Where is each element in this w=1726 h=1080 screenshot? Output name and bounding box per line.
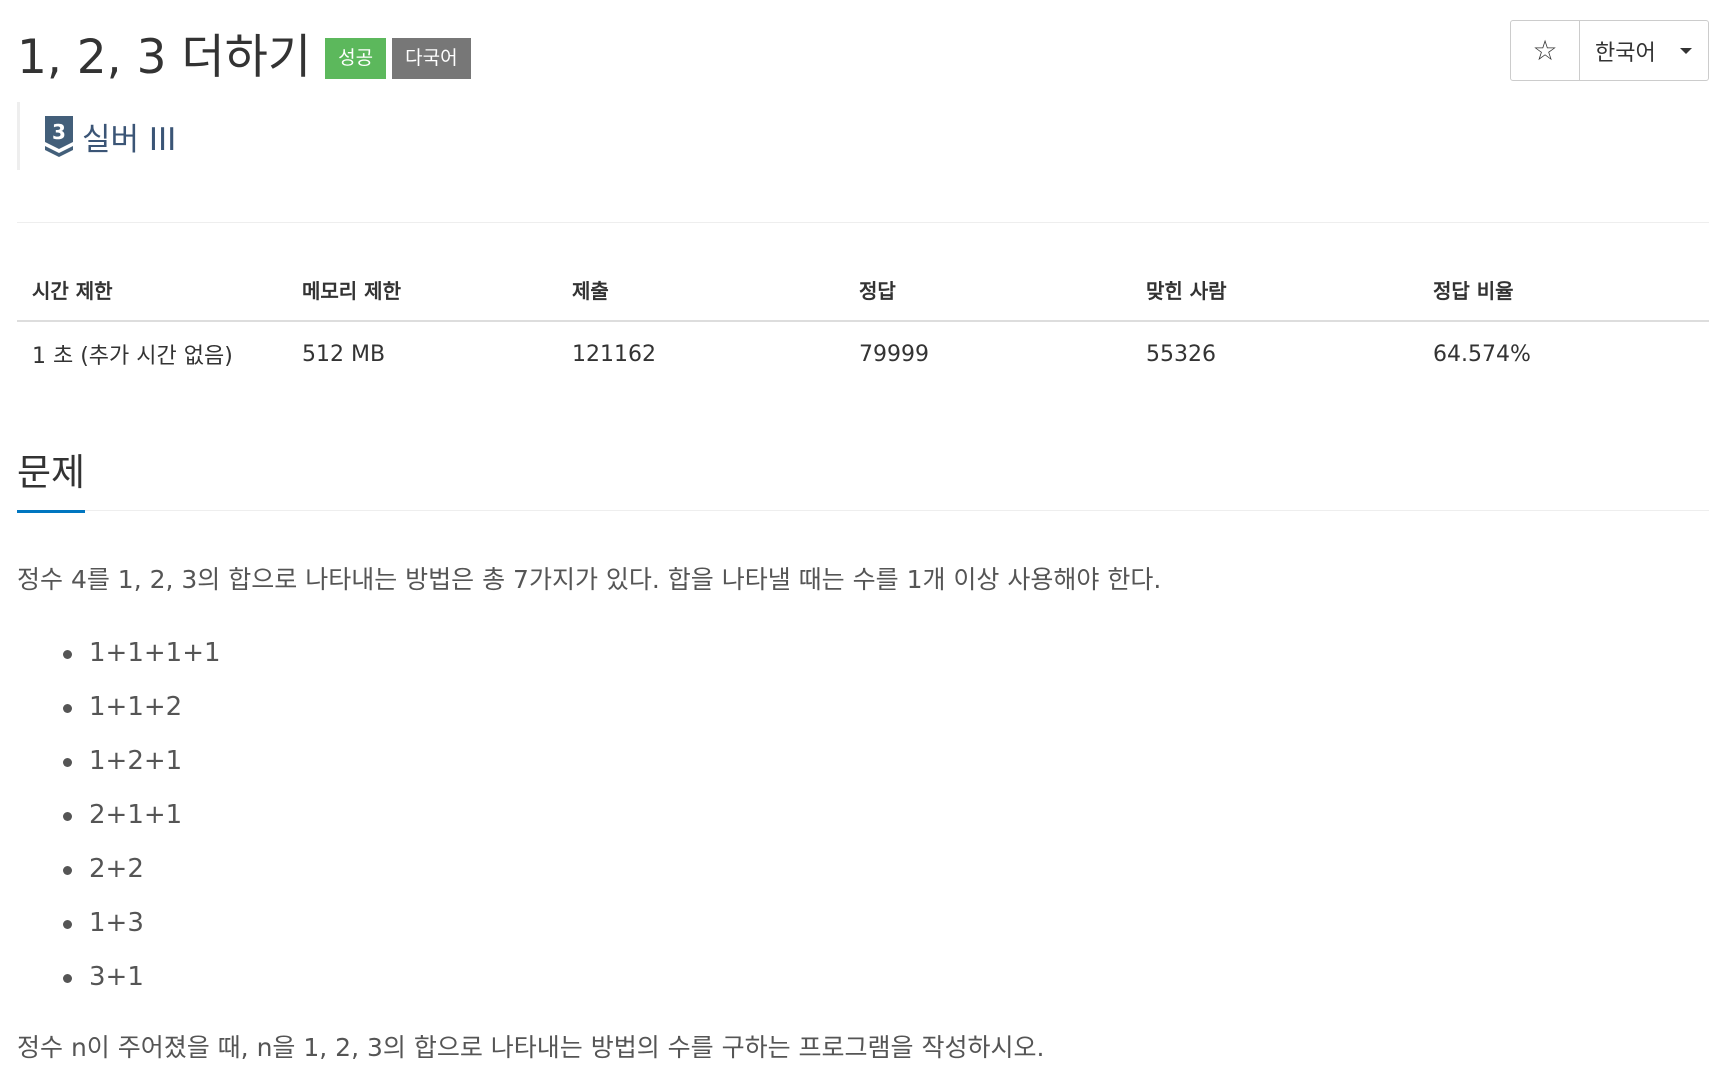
problem-info-table: 시간 제한 메모리 제한 제출 정답 맞힌 사람 정답 비율 1 초 (추가 시… <box>17 258 1709 386</box>
memory-limit-value: 512 MB <box>302 341 386 367</box>
result-badge: 성공 <box>325 37 387 79</box>
problem-description: 정수 4를 1, 2, 3의 합으로 나타내는 방법은 총 7가지가 있다. 합… <box>17 565 1162 594</box>
header-time-limit: 시간 제한 <box>17 258 287 322</box>
header-divider <box>17 222 1709 223</box>
list-item: 1+2+1 <box>63 734 221 788</box>
tier-info: 3 실버 III <box>17 102 176 170</box>
silver-tier-icon: 3 <box>45 116 73 157</box>
problem-title: 1, 2, 3 더하기 <box>17 29 312 85</box>
header-submissions: 제출 <box>557 258 844 322</box>
accepted-value: 79999 <box>859 341 929 367</box>
language-dropdown-label: 한국어 <box>1595 40 1656 66</box>
list-item: 1+1+2 <box>63 680 221 734</box>
tier-label[interactable]: 실버 III <box>82 114 176 159</box>
problem-controls: ☆ 한국어 <box>1510 20 1709 81</box>
time-limit-value: 1 초 (추가 시간 없음) <box>32 344 233 369</box>
example-list: 1+1+1+1 1+1+2 1+2+1 2+1+1 2+2 1+3 3+1 <box>17 626 221 1004</box>
list-item: 1+3 <box>63 896 221 950</box>
language-dropdown[interactable]: 한국어 <box>1580 21 1708 80</box>
list-item: 2+1+1 <box>63 788 221 842</box>
problem-header: 1, 2, 3 더하기 성공 다국어 <box>17 22 471 85</box>
star-outline-icon: ☆ <box>1532 34 1558 67</box>
section-title: 문제 <box>17 442 86 513</box>
table-header-row: 시간 제한 메모리 제한 제출 정답 맞힌 사람 정답 비율 <box>17 258 1709 322</box>
header-accepted: 정답 <box>844 258 1131 322</box>
list-item: 2+2 <box>63 842 221 896</box>
problem-section-header: 문제 <box>17 442 1709 513</box>
problem-task: 정수 n이 주어졌을 때, n을 1, 2, 3의 합으로 나타내는 방법의 수… <box>17 1033 1045 1062</box>
caret-down-icon <box>1680 48 1692 54</box>
favorite-button[interactable]: ☆ <box>1511 21 1580 80</box>
accept-ratio-value: 64.574% <box>1433 341 1531 367</box>
header-solved-users: 맞힌 사람 <box>1131 258 1418 322</box>
header-memory-limit: 메모리 제한 <box>287 258 557 322</box>
list-item: 1+1+1+1 <box>63 626 221 680</box>
header-accept-ratio: 정답 비율 <box>1418 258 1709 322</box>
solved-users-value: 55326 <box>1146 341 1216 367</box>
list-item: 3+1 <box>63 950 221 1004</box>
submissions-value: 121162 <box>572 341 656 367</box>
multilanguage-badge: 다국어 <box>392 37 471 79</box>
tier-level-number: 3 <box>52 120 66 144</box>
table-row: 1 초 (추가 시간 없음) 512 MB 121162 79999 55326… <box>17 321 1709 386</box>
